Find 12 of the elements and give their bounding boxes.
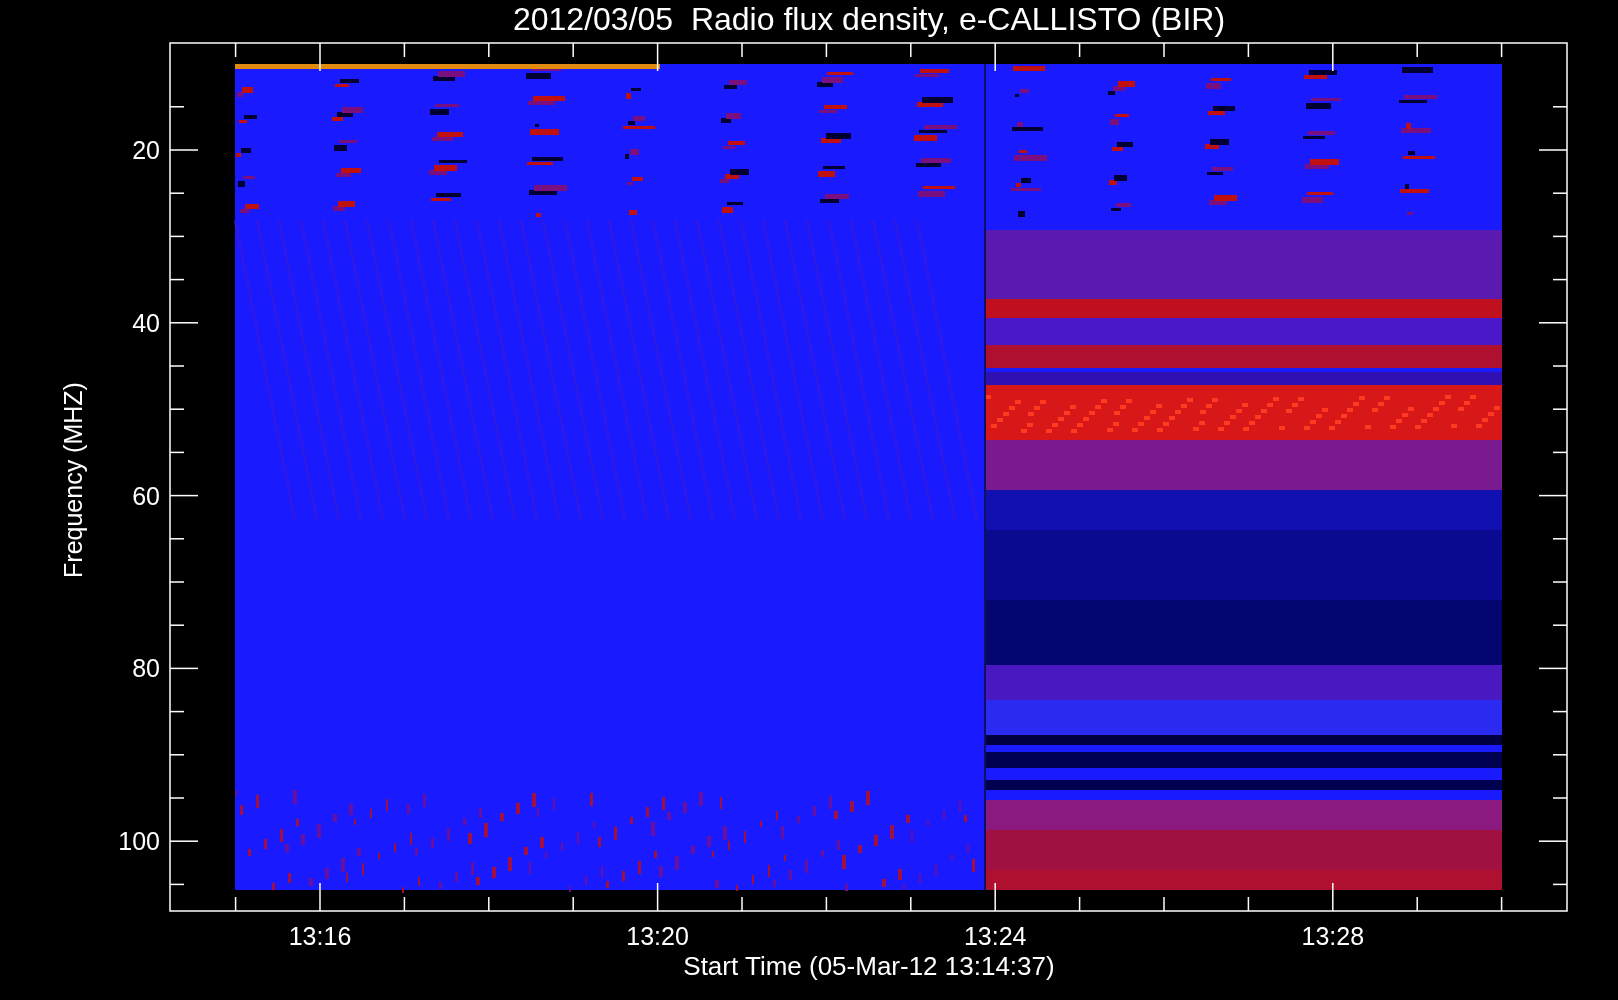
y-tick-label: 100 xyxy=(118,827,160,856)
x-axis-label: Start Time (05-Mar-12 13:14:37) xyxy=(683,951,1055,981)
y-tick-label: 40 xyxy=(132,308,160,337)
x-tick-label: 13:20 xyxy=(626,922,689,950)
chart-title: 2012/03/05 Radio flux density, e-CALLISTO (BIR) xyxy=(512,1,1226,37)
y-tick-label: 80 xyxy=(132,654,160,683)
y-tick-label: 60 xyxy=(132,481,160,510)
y-tick-label: 20 xyxy=(132,136,160,164)
y-axis-label: Frequency (MHZ) xyxy=(59,382,87,578)
x-tick-label: 13:24 xyxy=(963,922,1027,950)
x-tick-label: 13:28 xyxy=(1301,922,1365,950)
x-tick-label: 13:16 xyxy=(288,922,352,950)
